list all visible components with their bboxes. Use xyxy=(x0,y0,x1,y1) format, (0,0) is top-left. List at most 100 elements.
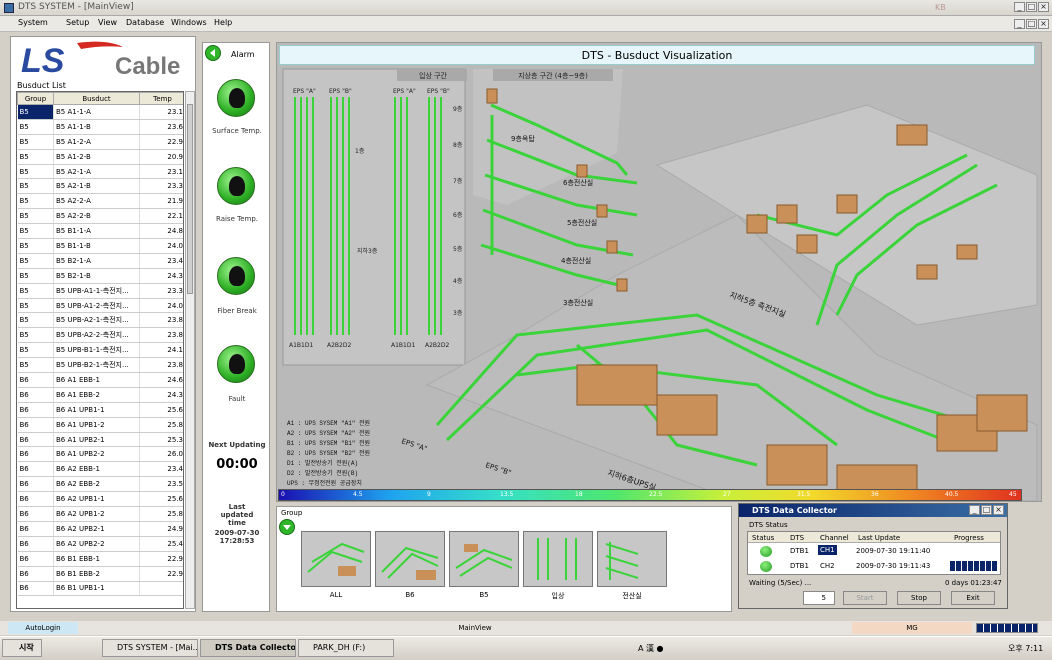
table-row[interactable]: B5 B5 UPB-B1-1-측전지... 24.1 xyxy=(17,342,183,359)
temp-cell[interactable]: 22.9 xyxy=(139,551,183,567)
table-row[interactable]: B5 B5 A1-2-A 22.9 xyxy=(17,134,183,150)
temp-cell[interactable] xyxy=(139,581,183,597)
table-row[interactable]: B5 B5 A1-1-B 23.6 xyxy=(17,119,183,135)
table-row[interactable]: B5 B5 UPB-A2-2-측전지... 23.8 xyxy=(17,327,183,344)
menu-windows[interactable]: Windows xyxy=(171,18,207,27)
temp-cell[interactable]: 24.1 xyxy=(139,342,183,359)
busduct-cell[interactable]: B5 A2-1-A xyxy=(53,164,140,180)
busduct-cell[interactable]: B5 A2-2-B xyxy=(53,208,140,225)
group-cell[interactable]: B5 xyxy=(17,178,54,195)
temp-cell[interactable]: 24.8 xyxy=(139,223,183,240)
temp-cell[interactable]: 22.1 xyxy=(139,208,183,225)
busduct-table[interactable]: Group Busduct Temp B5 B5 A1-1-A 23.1 B5 B5 A… xyxy=(16,91,184,609)
thumb-b5[interactable] xyxy=(449,531,519,587)
temp-cell[interactable]: 25.4 xyxy=(139,536,183,552)
table-row[interactable]: B6 B6 B1 UPB1-1 xyxy=(17,581,183,597)
thumb-riser[interactable] xyxy=(523,531,593,587)
busduct-cell[interactable]: B5 A1-1-B xyxy=(53,119,140,135)
table-row[interactable]: B6 B6 A2 UPB1-1 25.6 xyxy=(17,491,183,508)
table-row[interactable]: B5 B5 A1-1-A 23.1 xyxy=(17,104,183,120)
busduct-cell[interactable]: B5 A1-2-A xyxy=(53,134,140,150)
temp-cell[interactable]: 22.9 xyxy=(139,134,183,150)
raise-temp-button[interactable] xyxy=(217,167,255,205)
thumb-all[interactable] xyxy=(301,531,371,587)
group-cell[interactable]: B6 xyxy=(17,551,54,567)
busduct-cell[interactable]: B6 B1 UPB1-1 xyxy=(53,581,140,597)
group-cell[interactable]: B6 xyxy=(17,581,54,597)
ime-indicator[interactable]: A 漢 ● xyxy=(638,643,664,654)
temp-cell[interactable]: 23.6 xyxy=(139,119,183,135)
table-row[interactable]: B5 B5 UPB-B2-1-측전지... 23.8 xyxy=(17,357,183,374)
busduct-cell[interactable]: B6 A1 EBB-2 xyxy=(53,387,140,403)
temp-cell[interactable]: 23.4 xyxy=(139,253,183,269)
fiber-break-button[interactable] xyxy=(217,257,255,295)
group-cell[interactable]: B5 xyxy=(17,238,54,254)
table-row[interactable]: B5 B5 A2-1-B 23.3 xyxy=(17,178,183,195)
group-cell[interactable]: B6 xyxy=(17,402,54,418)
table-row[interactable]: B6 B6 A1 UPB1-2 25.8 xyxy=(17,417,183,433)
group-cell[interactable]: B6 xyxy=(17,446,54,463)
group-cell[interactable]: B5 xyxy=(17,104,54,120)
table-row[interactable]: B5 B5 B2-1-B 24.3 xyxy=(17,268,183,284)
group-cell[interactable]: B6 xyxy=(17,461,54,478)
busduct-cell[interactable]: B5 UPB-A2-2-측전지... xyxy=(53,327,140,344)
busduct-cell[interactable]: B5 B2-1-B xyxy=(53,268,140,284)
start-button[interactable]: 시작 xyxy=(2,639,42,657)
busduct-cell[interactable]: B5 A2-2-A xyxy=(53,193,140,210)
busduct-cell[interactable]: B6 A2 UPB2-2 xyxy=(53,536,140,552)
temp-cell[interactable]: 24.0 xyxy=(139,298,183,314)
thumb-server-room[interactable] xyxy=(597,531,667,587)
busduct-scrollbar[interactable] xyxy=(185,91,195,609)
fault-button[interactable] xyxy=(217,345,255,383)
table-row[interactable]: B5 B5 UPB-A2-1-측전지... 23.8 xyxy=(17,312,183,329)
table-row[interactable]: B6 B6 A1 UPB2-2 26.0 xyxy=(17,446,183,463)
table-row[interactable]: B6 B6 A2 UPB1-2 25.8 xyxy=(17,506,183,522)
menu-view[interactable]: View xyxy=(98,18,117,27)
table-row[interactable]: B5 B5 B2-1-A 23.4 xyxy=(17,253,183,269)
table-row[interactable]: B6 B6 A2 EBB-2 23.5 xyxy=(17,476,183,493)
group-cell[interactable]: B5 xyxy=(17,253,54,269)
temp-cell[interactable]: 26.0 xyxy=(139,446,183,463)
temp-cell[interactable]: 25.6 xyxy=(139,402,183,418)
temp-cell[interactable]: 20.9 xyxy=(139,149,183,165)
group-cell[interactable]: B5 xyxy=(17,164,54,180)
busduct-cell[interactable]: B6 A2 UPB1-1 xyxy=(53,491,140,508)
group-cell[interactable]: B6 xyxy=(17,521,54,537)
table-row[interactable]: B6 B6 A2 UPB2-2 25.4 xyxy=(17,536,183,552)
group-cell[interactable]: B5 xyxy=(17,342,54,359)
group-cell[interactable]: B5 xyxy=(17,298,54,314)
group-cell[interactable]: B6 xyxy=(17,432,54,448)
group-cell[interactable]: B6 xyxy=(17,506,54,522)
busduct-cell[interactable]: B5 A2-1-B xyxy=(53,178,140,195)
busduct-cell[interactable]: B6 A2 EBB-1 xyxy=(53,461,140,478)
table-row[interactable]: B5 B5 A2-1-A 23.1 xyxy=(17,164,183,180)
temp-cell[interactable]: 23.5 xyxy=(139,476,183,493)
table-row[interactable]: B5 B5 A1-2-B 20.9 xyxy=(17,149,183,165)
temp-cell[interactable]: 25.3 xyxy=(139,432,183,448)
menu-setup[interactable]: Setup xyxy=(66,18,89,27)
temp-cell[interactable]: 24.3 xyxy=(139,268,183,284)
maximize-button[interactable]: □ xyxy=(1026,2,1037,12)
busduct-cell[interactable]: B5 B1-1-B xyxy=(53,238,140,254)
busduct-cell[interactable]: B5 A1-1-A xyxy=(53,104,140,120)
busduct-cell[interactable]: B6 B1 EBB-1 xyxy=(53,551,140,567)
collector-minimize-button[interactable]: _ xyxy=(969,505,980,515)
busduct-cell[interactable]: B6 A2 UPB2-1 xyxy=(53,521,140,537)
group-cell[interactable]: B5 xyxy=(17,208,54,225)
group-cell[interactable]: B5 xyxy=(17,312,54,329)
group-cell[interactable]: B5 xyxy=(17,149,54,165)
exit-button[interactable]: Exit xyxy=(951,591,995,605)
group-cell[interactable]: B6 xyxy=(17,491,54,508)
busduct-cell[interactable]: B6 A1 UPB2-2 xyxy=(53,446,140,463)
interval-spinner[interactable]: 5 xyxy=(803,591,835,605)
busduct-cell[interactable]: B6 A2 UPB1-2 xyxy=(53,506,140,522)
mdi-restore-button[interactable]: □ xyxy=(1026,19,1037,29)
busduct-cell[interactable]: B5 B1-1-A xyxy=(53,223,140,240)
busduct-cell[interactable]: B5 UPB-A1-2-측전지... xyxy=(53,298,140,314)
busduct-cell[interactable]: B5 B2-1-A xyxy=(53,253,140,269)
col-group[interactable]: Group xyxy=(17,92,54,105)
temp-cell[interactable]: 23.8 xyxy=(139,357,183,374)
temp-cell[interactable]: 23.8 xyxy=(139,327,183,344)
minimize-button[interactable]: _ xyxy=(1014,2,1025,12)
collector-close-button[interactable]: × xyxy=(993,505,1004,515)
